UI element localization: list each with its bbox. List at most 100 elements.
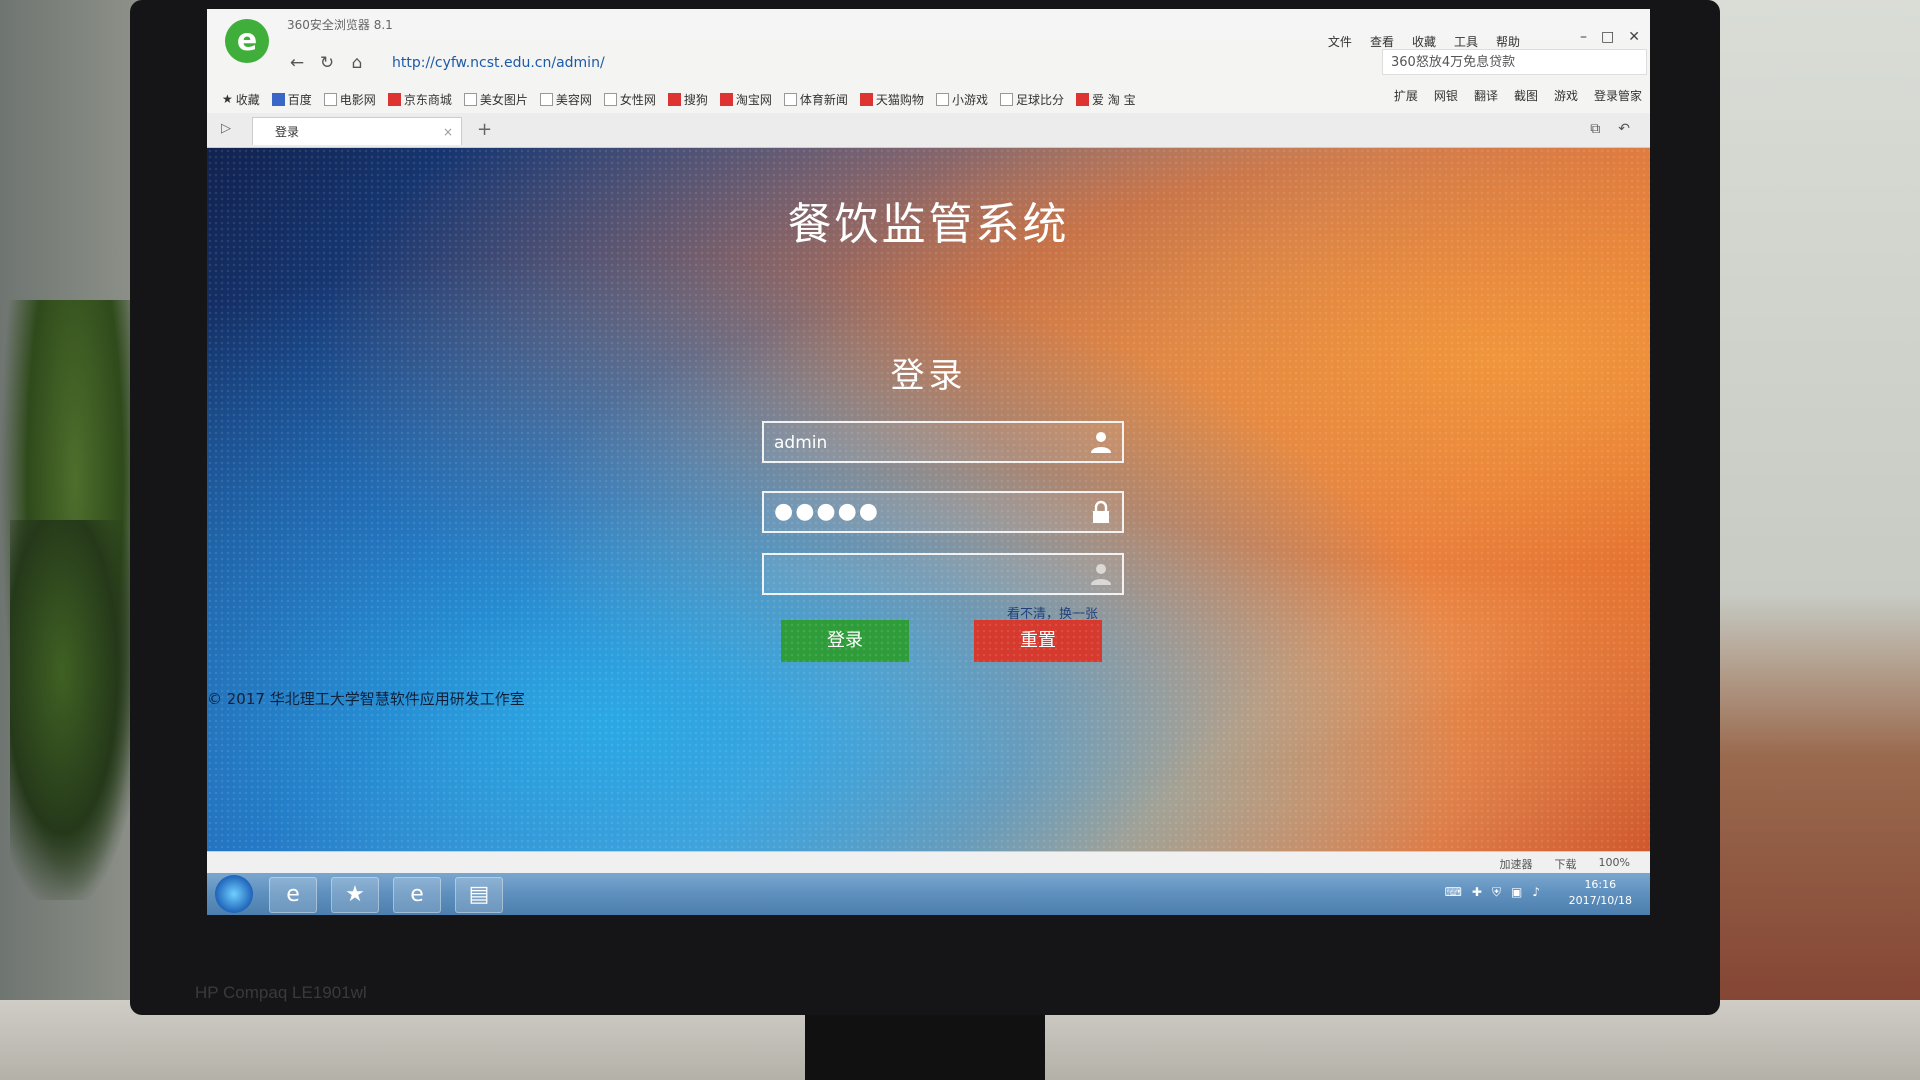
menu-favorites[interactable]: 收藏 xyxy=(1412,33,1436,50)
system-tray: ⌨ ✚ ⛨ ▣ ♪ xyxy=(1445,885,1540,900)
status-zoom[interactable]: 100% xyxy=(1599,856,1630,872)
monitor-brand: HP Compaq LE1901wl xyxy=(195,983,367,1002)
system-title: 餐饮监管系统 xyxy=(787,199,1070,250)
username-input[interactable] xyxy=(764,423,1076,463)
monitor-stand xyxy=(805,1015,1045,1080)
page-icon xyxy=(463,92,477,106)
bookmark-item[interactable]: 体育新闻 xyxy=(783,91,848,108)
bookmark-label: 收藏 xyxy=(235,92,260,107)
browser-titlebar: 360安全浏览器 8.1 文件 查看 收藏 工具 帮助 – □ ✕ xyxy=(207,9,1650,49)
status-download[interactable]: 下载 xyxy=(1555,856,1577,872)
tool-extensions[interactable]: 扩展 xyxy=(1394,87,1418,104)
username-field[interactable] xyxy=(762,421,1124,463)
minimize-icon[interactable]: – xyxy=(1580,29,1587,45)
menu-tools[interactable]: 工具 xyxy=(1454,33,1478,50)
windows-taskbar: e ★ e ▤ ⌨ ✚ ⛨ ▣ ♪ 16:16 2017/10/18 xyxy=(207,873,1650,915)
background-wall-right xyxy=(1700,0,1920,1080)
app-k-icon[interactable]: ★ xyxy=(331,877,379,913)
tool-translate[interactable]: 翻译 xyxy=(1474,87,1498,104)
tool-games[interactable]: 游戏 xyxy=(1554,87,1578,104)
url-field[interactable]: http://cyfw.ncst.edu.cn/admin/ xyxy=(392,51,1282,75)
bookmark-item[interactable]: 京东商城 xyxy=(387,91,452,108)
security-icon[interactable]: ✚ xyxy=(1472,885,1482,900)
browser-menu: 文件 查看 收藏 工具 帮助 xyxy=(1328,33,1520,50)
window-controls: – □ ✕ xyxy=(1580,29,1640,45)
tab-login[interactable]: 登录 × xyxy=(252,117,462,145)
start-button-icon[interactable] xyxy=(215,875,253,913)
refresh-icon[interactable]: ↻ xyxy=(312,53,342,73)
bookmark-item[interactable]: 天猫购物 xyxy=(859,91,924,108)
captcha-input[interactable] xyxy=(764,555,1076,595)
clock-time: 16:16 xyxy=(1584,878,1617,891)
page-icon xyxy=(999,92,1013,106)
star-icon: ★ xyxy=(222,92,233,106)
bookmark-label: 体育新闻 xyxy=(799,92,848,107)
bookmark-item[interactable]: 足球比分 xyxy=(999,91,1064,108)
new-tab-icon[interactable]: + xyxy=(477,119,492,140)
menu-view[interactable]: 查看 xyxy=(1370,33,1394,50)
undo-close-icon[interactable]: ↶ xyxy=(1618,121,1630,137)
volume-icon[interactable]: ♪ xyxy=(1532,885,1540,900)
taobao-icon xyxy=(719,92,733,106)
browser-360-taskbar-icon[interactable]: e xyxy=(393,877,441,913)
page-icon xyxy=(539,92,553,106)
captcha-field[interactable] xyxy=(762,553,1124,595)
clock[interactable]: 16:16 2017/10/18 xyxy=(1569,877,1632,909)
password-field[interactable]: ●●●●● xyxy=(762,491,1124,533)
restore-tab-icon[interactable]: ⧉ xyxy=(1590,121,1600,137)
bookmark-label: 淘宝网 xyxy=(735,92,772,107)
ie-icon[interactable]: e xyxy=(269,877,317,913)
bookmark-item[interactable]: 爱 淘 宝 xyxy=(1075,91,1136,108)
bookmark-item[interactable]: 美女图片 xyxy=(463,91,528,108)
folder-icon[interactable]: ▤ xyxy=(455,877,503,913)
bookmark-label: 美女图片 xyxy=(479,92,528,107)
jd-icon xyxy=(387,92,401,106)
network-icon[interactable]: ▣ xyxy=(1511,885,1522,900)
maximize-icon[interactable]: □ xyxy=(1601,29,1614,45)
bookmark-label: 搜狗 xyxy=(683,92,708,107)
tmall-icon xyxy=(859,92,873,106)
browser-status-bar: 加速器 下载 100% xyxy=(207,851,1650,874)
user-icon xyxy=(1091,432,1111,453)
menu-file[interactable]: 文件 xyxy=(1328,33,1352,50)
bookmark-item[interactable]: 小游戏 xyxy=(935,91,988,108)
bookmark-item[interactable]: 美容网 xyxy=(539,91,592,108)
login-button[interactable]: 登录 xyxy=(781,620,909,662)
bookmark-label: 天猫购物 xyxy=(875,92,924,107)
tab-bar: ▷ 登录 × + ⧉ ↶ xyxy=(207,113,1650,148)
address-bar: ← ↻ ⌂ http://cyfw.ncst.edu.cn/admin/ 360… xyxy=(282,49,1647,77)
page-footer: © 2017 华北理工大学智慧软件应用研发工作室 xyxy=(207,690,525,708)
search-input[interactable]: 360怒放4万免息贷款 xyxy=(1382,49,1647,75)
bookmark-label: 京东商城 xyxy=(403,92,452,107)
back-icon[interactable]: ← xyxy=(282,53,312,73)
page-icon xyxy=(323,92,337,106)
tool-banking[interactable]: 网银 xyxy=(1434,87,1458,104)
keyboard-icon[interactable]: ⌨ xyxy=(1445,885,1462,900)
menu-help[interactable]: 帮助 xyxy=(1496,33,1520,50)
reset-button[interactable]: 重置 xyxy=(974,620,1102,662)
tab-close-icon[interactable]: × xyxy=(443,118,453,146)
bookmark-favorites[interactable]: ★ 收藏 xyxy=(222,91,260,108)
tool-screenshot[interactable]: 截图 xyxy=(1514,87,1538,104)
bookmark-item[interactable]: 电影网 xyxy=(323,91,376,108)
tab-tools: ⧉ ↶ xyxy=(1590,121,1630,137)
bookmark-item[interactable]: 淘宝网 xyxy=(719,91,772,108)
shield-icon[interactable]: ⛨ xyxy=(1492,885,1501,900)
bookmark-label: 电影网 xyxy=(339,92,376,107)
tool-login-manager[interactable]: 登录管家 xyxy=(1594,87,1642,104)
screen: 360安全浏览器 8.1 文件 查看 收藏 工具 帮助 – □ ✕ e ← ↻ … xyxy=(207,9,1650,915)
page-icon xyxy=(603,92,617,106)
tab-label: 登录 xyxy=(275,125,300,139)
browser-logo-icon[interactable]: e xyxy=(225,19,269,63)
bookmark-item[interactable]: 女性网 xyxy=(603,91,656,108)
close-icon[interactable]: ✕ xyxy=(1628,29,1640,45)
status-accelerator[interactable]: 加速器 xyxy=(1500,856,1533,872)
page-icon xyxy=(935,92,949,106)
home-icon[interactable]: ⌂ xyxy=(342,53,372,73)
clock-date: 2017/10/18 xyxy=(1568,894,1632,907)
sidebar-toggle-icon[interactable]: ▷ xyxy=(221,121,231,136)
bookmark-item[interactable]: 搜狗 xyxy=(667,91,708,108)
login-page: 餐饮监管系统 登录 ●●●●● 看不清，换一张 登录 重置 xyxy=(207,148,1650,851)
bookmark-item[interactable]: 百度 xyxy=(271,91,312,108)
password-input[interactable]: ●●●●● xyxy=(774,499,880,524)
